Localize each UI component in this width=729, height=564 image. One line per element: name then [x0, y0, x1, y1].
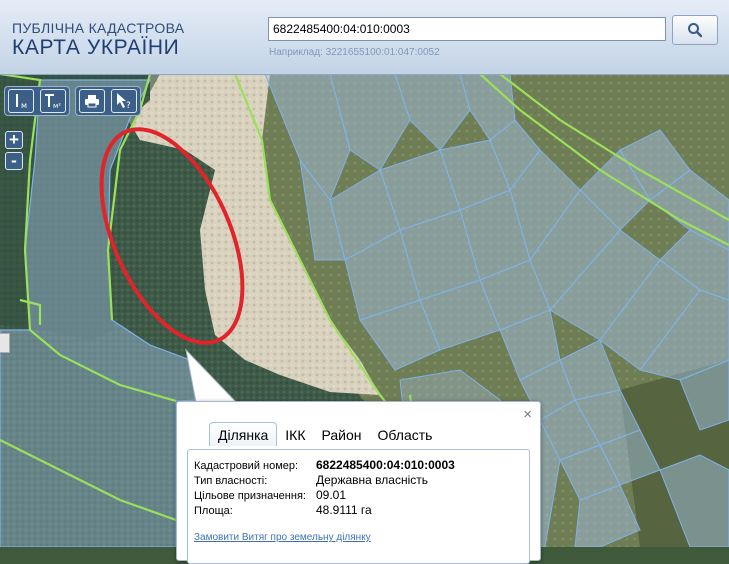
identify-button[interactable]: ? [111, 89, 137, 113]
svg-text:м²: м² [53, 102, 61, 110]
tab-parcel[interactable]: Ділянка [209, 422, 278, 446]
print-button[interactable] [79, 89, 105, 113]
purpose-label: Цільове призначення: [194, 490, 306, 502]
popup-tabs: Ділянка ІКК Район Область [209, 422, 440, 446]
parcel-info-popup: × Ділянка ІКК Район Область Кадастровий … [176, 401, 541, 564]
purpose-value: 09.01 [316, 488, 347, 502]
tab-district[interactable]: Район [314, 423, 370, 446]
side-panel-toggle[interactable] [0, 333, 10, 353]
zoom-in-button[interactable]: + [5, 131, 23, 149]
cadastral-number-label: Кадастровий номер: [194, 460, 299, 472]
search-button[interactable] [672, 15, 718, 45]
close-icon[interactable]: × [523, 406, 532, 423]
tab-region[interactable]: Область [370, 423, 441, 446]
measure-area-button[interactable]: м² [40, 89, 66, 113]
area-row: Площа: 48.9111 га [194, 503, 372, 517]
ownership-value: Державна власність [316, 473, 429, 487]
area-value: 48.9111 га [316, 503, 372, 517]
ownership-label: Тип власності: [194, 475, 268, 487]
identify-cursor-icon: ? [117, 93, 131, 110]
measure-toolbar: м м² [4, 86, 70, 116]
tools-toolbar: ? [75, 86, 141, 116]
svg-text:?: ? [126, 101, 131, 110]
order-extract-link[interactable]: Замовити Витяг про земельну ділянку [194, 532, 371, 543]
purpose-row: Цільове призначення: 09.01 [194, 488, 346, 502]
ruler-icon: м [16, 94, 27, 110]
tab-ikk[interactable]: ІКК [277, 423, 313, 446]
logo-line2: КАРТА УКРАЇНИ [12, 36, 180, 59]
ownership-row: Тип власності: Державна власність [194, 473, 428, 487]
cadastral-number-value: 6822485400:04:010:0003 [316, 458, 455, 472]
cadastral-number-row: Кадастровий номер: 6822485400:04:010:0003 [194, 458, 455, 472]
app-header: ПУБЛІЧНА КАДАСТРОВА КАРТА УКРАЇНИ Наприк… [0, 0, 729, 75]
search-hint: Наприклад: 3221655100:01:047:0052 [269, 47, 440, 58]
zoom-out-button[interactable]: - [5, 152, 23, 170]
search-icon [688, 23, 703, 38]
search-input[interactable] [268, 17, 666, 41]
print-icon [85, 95, 99, 108]
area-label: Площа: [194, 505, 233, 517]
area-measure-icon: м² [45, 94, 61, 110]
logo-line1: ПУБЛІЧНА КАДАСТРОВА [12, 20, 185, 36]
svg-text:м: м [21, 101, 27, 110]
measure-length-button[interactable]: м [8, 89, 34, 113]
